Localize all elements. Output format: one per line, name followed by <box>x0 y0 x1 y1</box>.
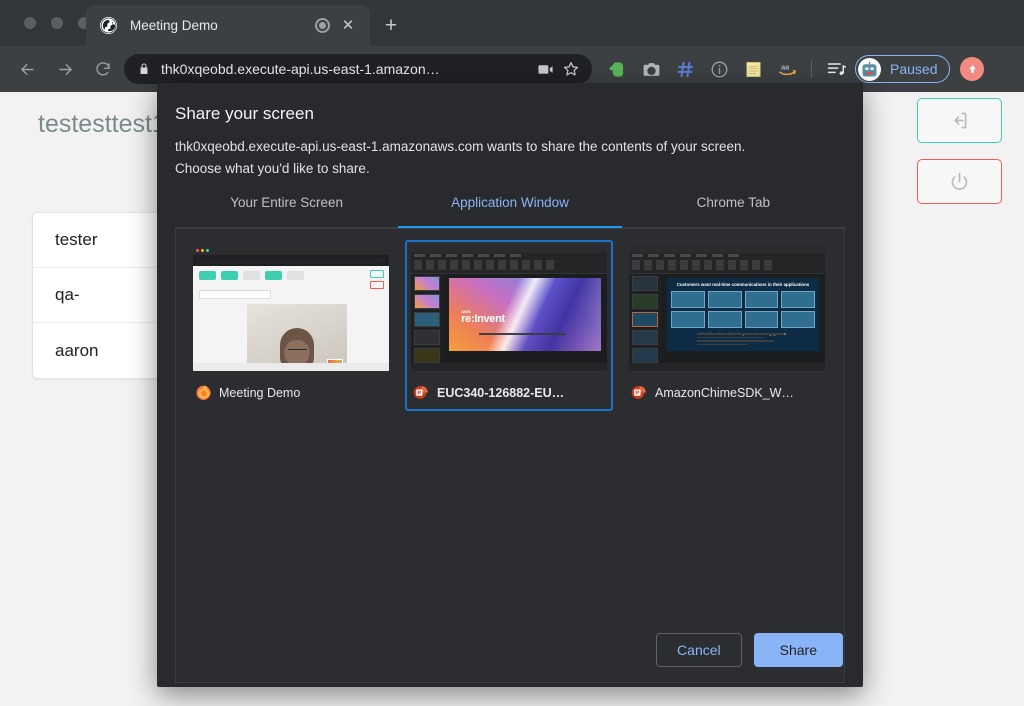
svg-text:aa: aa <box>781 63 789 71</box>
share-screen-dialog: Share your screen thk0xqeobd.execute-api… <box>157 83 863 687</box>
browser-window: Meeting Demo ✕ + thk0xqeobd.execute-api.… <box>0 0 1024 706</box>
source-thumbnail-selected[interactable]: AWS re:Invent EUC340-126882-EU… <box>405 240 613 411</box>
tab-title: Meeting Demo <box>130 18 218 33</box>
tab-strip: Meeting Demo ✕ + <box>0 0 1024 46</box>
toolbar-divider <box>811 60 812 78</box>
playlist-extension-icon[interactable] <box>819 54 853 84</box>
cancel-button[interactable]: Cancel <box>656 633 742 667</box>
browser-tab[interactable]: Meeting Demo ✕ <box>86 5 370 46</box>
tab-application-window[interactable]: Application Window <box>398 195 622 228</box>
power-icon <box>949 171 970 192</box>
video-camera-icon[interactable] <box>532 56 558 82</box>
join-meeting-button[interactable] <box>917 98 1002 143</box>
reload-icon[interactable] <box>88 54 118 84</box>
robot-profile-button[interactable]: Paused <box>855 55 951 83</box>
window-close-dot[interactable] <box>24 17 36 29</box>
recording-indicator-icon[interactable] <box>315 18 330 33</box>
close-icon[interactable]: ✕ <box>336 14 360 38</box>
dialog-description-line-1: thk0xqeobd.execute-api.us-east-1.amazona… <box>175 139 746 154</box>
source-thumbnail[interactable]: Customers want real-time communications … <box>623 240 831 411</box>
dialog-title: Share your screen <box>175 104 314 123</box>
window-controls <box>24 17 90 29</box>
dialog-description: thk0xqeobd.execute-api.us-east-1.amazona… <box>175 136 835 180</box>
amazon-extension-icon[interactable]: aa <box>770 54 804 84</box>
powerpoint-icon <box>413 384 430 401</box>
firefox-icon <box>195 384 212 401</box>
share-source-tabs: Your Entire Screen Application Window Ch… <box>175 195 845 228</box>
slide-heading: Customers want real-time communications … <box>676 282 810 287</box>
lock-icon <box>138 62 150 76</box>
source-thumbnail-grid: Meeting Demo AWS re:Invent EUC340-126882… <box>175 228 845 683</box>
thumbnail-title: Meeting Demo <box>219 385 301 400</box>
enter-arrow-icon <box>949 110 970 131</box>
notepad-extension-icon[interactable] <box>736 54 770 84</box>
end-meeting-button[interactable] <box>917 159 1002 204</box>
dialog-actions: Cancel Share <box>656 633 843 667</box>
dialog-description-line-2: Choose what you'd like to share. <box>175 161 370 176</box>
thumbnail-title: EUC340-126882-EU… <box>437 385 565 400</box>
thumbnail-label: AmazonChimeSDK_W… <box>629 384 825 405</box>
source-thumbnail[interactable]: Meeting Demo <box>187 240 395 411</box>
forward-arrow-icon[interactable] <box>50 54 80 84</box>
thumbnail-title: AmazonChimeSDK_W… <box>655 385 794 400</box>
evernote-extension-icon[interactable] <box>600 54 634 84</box>
thumbnail-label: EUC340-126882-EU… <box>411 384 607 405</box>
thumbnail-preview <box>193 246 389 371</box>
slide-title: AWS re:Invent <box>461 309 505 326</box>
back-arrow-icon[interactable] <box>12 54 42 84</box>
plus-icon[interactable]: + <box>378 12 404 38</box>
meeting-actions <box>917 98 1002 220</box>
thumbnail-preview: AWS re:Invent <box>411 246 607 371</box>
tab-chrome-tab[interactable]: Chrome Tab <box>622 195 845 227</box>
globe-icon <box>100 17 117 34</box>
share-button[interactable]: Share <box>753 633 843 667</box>
address-bar[interactable]: thk0xqeobd.execute-api.us-east-1.amazon… <box>124 54 592 84</box>
hashtag-extension-icon[interactable] <box>668 54 702 84</box>
star-icon[interactable] <box>558 56 584 82</box>
extensions-area: aa Paused <box>600 54 985 84</box>
thumbnail-label: Meeting Demo <box>193 384 389 405</box>
url-text: thk0xqeobd.execute-api.us-east-1.amazon… <box>161 61 440 77</box>
screenshot-extension-icon[interactable] <box>634 54 668 84</box>
thumbnail-preview: Customers want real-time communications … <box>629 246 825 371</box>
attendee-name: aaron <box>55 340 99 360</box>
tab-entire-screen[interactable]: Your Entire Screen <box>175 195 398 227</box>
attendee-name: qa- <box>55 285 80 304</box>
robot-avatar-icon <box>858 57 881 81</box>
powerpoint-icon <box>631 384 648 401</box>
attendee-name: tester <box>55 230 98 249</box>
window-minimize-dot[interactable] <box>51 17 63 29</box>
info-extension-icon[interactable] <box>702 54 736 84</box>
profile-avatar-icon[interactable] <box>960 57 985 81</box>
robot-status-label: Paused <box>890 61 938 77</box>
